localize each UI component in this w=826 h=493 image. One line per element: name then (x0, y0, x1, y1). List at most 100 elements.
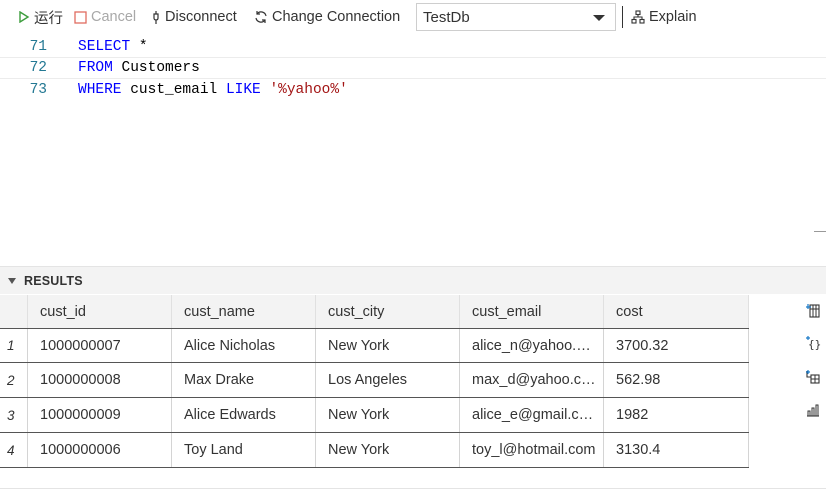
table-cell[interactable]: toy_l@hotmail.com (460, 433, 604, 467)
cell-value: New York (328, 407, 390, 423)
save-as-csv-button[interactable] (800, 300, 826, 326)
column-header[interactable]: cust_id (28, 295, 172, 328)
row-index: 4 (0, 433, 28, 467)
column-header[interactable]: cust_name (172, 295, 316, 328)
save-excel-icon (805, 369, 821, 390)
cell-value: alice_n@yahoo.com (472, 337, 597, 354)
change-connection-label: Change Connection (272, 9, 401, 25)
table-cell[interactable]: 1000000007 (28, 329, 172, 362)
sql-keyword: LIKE (225, 82, 261, 98)
chevron-down-icon (8, 277, 16, 284)
table-cell[interactable]: New York (316, 433, 460, 467)
table-cell[interactable]: 1000000009 (28, 398, 172, 432)
results-title: RESULTS (24, 273, 83, 288)
table-cell[interactable]: 1000000006 (28, 433, 172, 467)
connection-select[interactable]: TestDb (416, 3, 616, 31)
table-cell[interactable]: Toy Land (172, 433, 316, 467)
cell-value: 1000000009 (40, 407, 121, 423)
table-cell[interactable]: Alice Edwards (172, 398, 316, 432)
table-cell[interactable]: 1982 (604, 398, 749, 432)
results-panel-header[interactable]: RESULTS (0, 266, 826, 294)
row-index: 1 (0, 329, 28, 362)
table-cell[interactable]: max_d@yahoo.com (460, 363, 604, 397)
editor-line: 73 WHERE cust_email LIKE '%yahoo%' (0, 79, 826, 101)
sql-keyword: FROM (78, 60, 113, 76)
cell-value: max_d@yahoo.com (472, 372, 597, 388)
table-row[interactable]: 3 1000000009 Alice Edwards New York alice_e@… (0, 398, 749, 433)
grid-body: 1 1000000007 Alice Nicholas New York alice_n… (0, 328, 749, 468)
results-grid: cust_id cust_name cust_city cust_email c… (0, 295, 749, 468)
table-row[interactable]: 2 1000000008 Max Drake Los Angeles max_d@yah… (0, 363, 749, 398)
run-label: 运行 (34, 10, 63, 27)
row-index: 2 (0, 363, 28, 397)
table-cell[interactable]: Alice Nicholas (172, 329, 316, 362)
query-toolbar: 运行 Cancel Disconnect Change Connection T… (0, 0, 826, 34)
line-number: 71 (29, 39, 47, 55)
editor-line-current: 72 FROM Customers (0, 57, 826, 79)
table-cell[interactable]: Los Angeles (316, 363, 460, 397)
sql-keyword: WHERE (78, 82, 122, 98)
cell-value: toy_l@hotmail.com (472, 442, 596, 458)
table-cell[interactable]: New York (316, 398, 460, 432)
table-cell[interactable]: 3130.4 (604, 433, 749, 467)
table-cell[interactable]: alice_n@yahoo.com (460, 329, 604, 362)
unplug-icon (151, 10, 161, 25)
table-cell[interactable]: New York (316, 329, 460, 362)
cell-value: Alice Nicholas (184, 337, 276, 354)
explain-button[interactable]: Explain (631, 0, 697, 34)
sql-text: * (130, 39, 148, 55)
editor-scrollbar[interactable] (814, 231, 826, 232)
code-line: FROM Customers (78, 60, 200, 76)
save-as-excel-button[interactable] (800, 366, 826, 392)
table-cell[interactable]: 562.98 (604, 363, 749, 397)
cancel-label: Cancel (91, 9, 137, 25)
disconnect-label: Disconnect (165, 9, 237, 25)
stop-icon (74, 10, 87, 24)
cell-value: Max Drake (184, 372, 255, 388)
code-line: SELECT * (78, 39, 148, 55)
cell-value: 3700.32 (616, 337, 669, 354)
cell-value: 562.98 (616, 372, 661, 388)
explain-label: Explain (649, 9, 697, 25)
sql-editor[interactable]: 71 SELECT * 72 FROM Customers 73 WHERE c… (0, 34, 826, 264)
cell-value: 1000000006 (40, 442, 121, 458)
run-button[interactable]: 运行 (18, 0, 63, 34)
disconnect-button[interactable]: Disconnect (151, 0, 237, 34)
cell-value: Alice Edwards (184, 407, 276, 423)
cell-value: 3130.4 (616, 442, 661, 458)
sync-icon (254, 10, 268, 24)
row-index-header (0, 295, 28, 328)
column-header[interactable]: cust_city (316, 295, 460, 328)
toolbar-divider (622, 6, 623, 28)
visualize-chart-button[interactable] (800, 399, 826, 425)
table-cell[interactable]: 1000000008 (28, 363, 172, 397)
column-header[interactable]: cust_email (460, 295, 604, 328)
cell-value: alice_e@gmail.com (472, 407, 597, 423)
table-cell[interactable]: alice_e@gmail.com (460, 398, 604, 432)
sql-text: Customers (112, 60, 200, 76)
cell-value: New York (328, 337, 390, 354)
chevron-down-icon (593, 15, 605, 21)
line-number: 72 (29, 60, 47, 76)
sql-text: cust_email (121, 82, 226, 98)
cell-value: 1000000008 (40, 372, 121, 388)
sql-string: '%yahoo%' (269, 82, 348, 98)
save-as-json-button[interactable]: {} (800, 332, 826, 358)
cell-value: 1000000007 (40, 337, 121, 354)
change-connection-button[interactable]: Change Connection (254, 0, 400, 34)
table-cell[interactable]: 3700.32 (604, 329, 749, 362)
cell-value: 1982 (616, 407, 649, 423)
table-row[interactable]: 1 1000000007 Alice Nicholas New York alice_n… (0, 328, 749, 363)
table-row[interactable]: 4 1000000006 Toy Land New York toy_l@hotmail… (0, 433, 749, 468)
panel-bottom-border (0, 488, 826, 489)
connection-value: TestDb (423, 8, 470, 26)
cell-value: Toy Land (184, 442, 243, 458)
cancel-button[interactable]: Cancel (74, 0, 136, 34)
row-index: 3 (0, 398, 28, 432)
line-number: 73 (29, 82, 47, 98)
column-header[interactable]: cost (604, 295, 749, 328)
hierarchy-icon (631, 10, 645, 24)
svg-text:{}: {} (808, 338, 821, 351)
grid-header-row: cust_id cust_name cust_city cust_email c… (0, 295, 749, 328)
table-cell[interactable]: Max Drake (172, 363, 316, 397)
